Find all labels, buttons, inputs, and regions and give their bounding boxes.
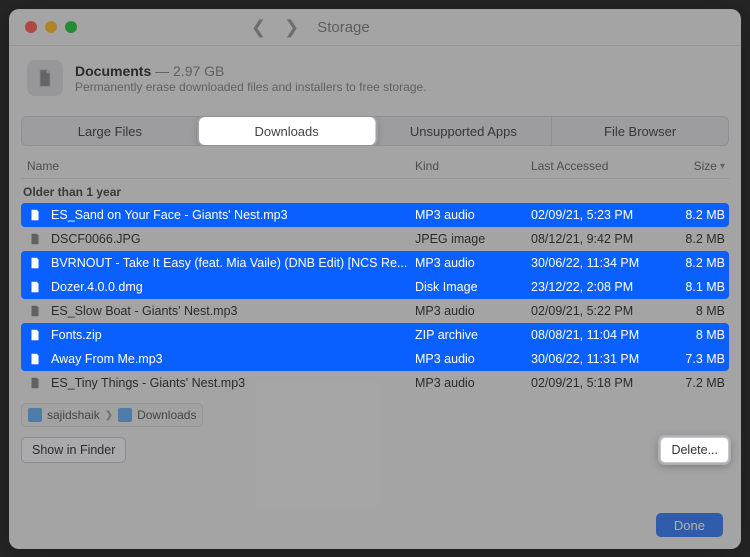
file-list: ES_Sand on Your Face - Giants' Nest.mp3M… bbox=[9, 203, 741, 395]
forward-icon[interactable]: ❯ bbox=[284, 18, 299, 36]
file-last-accessed: 23/12/22, 2:08 PM bbox=[531, 280, 669, 294]
path-root: sajidshaik bbox=[47, 408, 100, 422]
col-kind[interactable]: Kind bbox=[415, 159, 531, 173]
col-size-label: Size bbox=[694, 159, 717, 173]
file-last-accessed: 30/06/22, 11:34 PM bbox=[531, 256, 669, 270]
section-older-than-1-year: Older than 1 year bbox=[9, 179, 741, 203]
file-last-accessed: 02/09/21, 5:23 PM bbox=[531, 208, 669, 222]
close-window-button[interactable] bbox=[25, 21, 37, 33]
file-name: ES_Sand on Your Face - Giants' Nest.mp3 bbox=[51, 208, 415, 222]
category-subtitle: Permanently erase downloaded files and i… bbox=[75, 80, 427, 94]
file-size: 8.2 MB bbox=[669, 256, 725, 270]
category-name: Documents bbox=[75, 63, 151, 79]
file-size: 7.2 MB bbox=[669, 376, 725, 390]
file-name: ES_Slow Boat - Giants' Nest.mp3 bbox=[51, 304, 415, 318]
chevron-right-icon: ❯ bbox=[105, 410, 113, 421]
col-size[interactable]: Size ▾ bbox=[669, 159, 725, 173]
file-last-accessed: 08/12/21, 9:42 PM bbox=[531, 232, 669, 246]
category-title: Documents — 2.97 GB bbox=[75, 63, 427, 79]
file-kind: Disk Image bbox=[415, 280, 531, 294]
file-size: 8.2 MB bbox=[669, 232, 725, 246]
file-name: Fonts.zip bbox=[51, 328, 415, 342]
window-title: Storage bbox=[317, 19, 370, 36]
file-kind: MP3 audio bbox=[415, 376, 531, 390]
tab-large-files[interactable]: Large Files bbox=[22, 117, 199, 145]
chevron-down-icon: ▾ bbox=[720, 161, 725, 172]
delete-button[interactable]: Delete... bbox=[660, 437, 729, 463]
file-kind: ZIP archive bbox=[415, 328, 531, 342]
file-last-accessed: 30/06/22, 11:31 PM bbox=[531, 352, 669, 366]
file-icon bbox=[27, 327, 43, 343]
zoom-window-button[interactable] bbox=[65, 21, 77, 33]
file-kind: MP3 audio bbox=[415, 256, 531, 270]
titlebar: ❮ ❯ Storage bbox=[9, 9, 741, 46]
file-row[interactable]: BVRNOUT - Take It Easy (feat. Mia Vaile)… bbox=[21, 251, 729, 275]
file-row[interactable]: Away From Me.mp3MP3 audio30/06/22, 11:31… bbox=[21, 347, 729, 371]
path-current: Downloads bbox=[137, 408, 196, 422]
nav-buttons: ❮ ❯ bbox=[251, 18, 299, 36]
file-icon bbox=[27, 231, 43, 247]
file-size: 8.2 MB bbox=[669, 208, 725, 222]
file-kind: MP3 audio bbox=[415, 304, 531, 318]
file-row[interactable]: Fonts.zipZIP archive08/08/21, 11:04 PM8 … bbox=[21, 323, 729, 347]
file-size: 8.1 MB bbox=[669, 280, 725, 294]
file-row[interactable]: ES_Sand on Your Face - Giants' Nest.mp3M… bbox=[21, 203, 729, 227]
documents-header: Documents — 2.97 GB Permanently erase do… bbox=[9, 46, 741, 110]
tab-bar: Large FilesDownloadsUnsupported AppsFile… bbox=[21, 116, 729, 146]
file-icon bbox=[27, 279, 43, 295]
folder-icon bbox=[28, 408, 42, 422]
file-kind: JPEG image bbox=[415, 232, 531, 246]
file-row[interactable]: Dozer.4.0.0.dmgDisk Image23/12/22, 2:08 … bbox=[21, 275, 729, 299]
file-size: 8 MB bbox=[669, 328, 725, 342]
tab-downloads[interactable]: Downloads bbox=[199, 117, 376, 145]
file-row[interactable]: ES_Tiny Things - Giants' Nest.mp3MP3 aud… bbox=[21, 371, 729, 395]
storage-window: ❮ ❯ Storage Documents — 2.97 GB Permanen… bbox=[9, 9, 741, 549]
file-icon bbox=[27, 255, 43, 271]
file-row[interactable]: DSCF0066.JPGJPEG image08/12/21, 9:42 PM8… bbox=[21, 227, 729, 251]
file-size: 7.3 MB bbox=[669, 352, 725, 366]
category-size: — 2.97 GB bbox=[155, 63, 224, 79]
file-last-accessed: 02/09/21, 5:18 PM bbox=[531, 376, 669, 390]
back-icon[interactable]: ❮ bbox=[251, 18, 266, 36]
file-kind: MP3 audio bbox=[415, 352, 531, 366]
file-kind: MP3 audio bbox=[415, 208, 531, 222]
minimize-window-button[interactable] bbox=[45, 21, 57, 33]
path-bar[interactable]: sajidshaik ❯ Downloads bbox=[21, 403, 203, 427]
file-icon bbox=[27, 351, 43, 367]
file-name: ES_Tiny Things - Giants' Nest.mp3 bbox=[51, 376, 415, 390]
col-name[interactable]: Name bbox=[25, 159, 415, 173]
show-in-finder-button[interactable]: Show in Finder bbox=[21, 437, 126, 463]
documents-icon bbox=[27, 60, 63, 96]
file-name: DSCF0066.JPG bbox=[51, 232, 415, 246]
file-icon bbox=[27, 303, 43, 319]
file-row[interactable]: ES_Slow Boat - Giants' Nest.mp3MP3 audio… bbox=[21, 299, 729, 323]
footer-bar: Show in Finder Delete... bbox=[21, 437, 729, 463]
window-controls bbox=[25, 21, 77, 33]
file-last-accessed: 02/09/21, 5:22 PM bbox=[531, 304, 669, 318]
file-size: 8 MB bbox=[669, 304, 725, 318]
folder-icon bbox=[118, 408, 132, 422]
tab-unsupported-apps[interactable]: Unsupported Apps bbox=[376, 117, 553, 145]
file-name: BVRNOUT - Take It Easy (feat. Mia Vaile)… bbox=[51, 256, 415, 270]
tab-file-browser[interactable]: File Browser bbox=[552, 117, 728, 145]
done-button[interactable]: Done bbox=[656, 513, 723, 537]
file-name: Away From Me.mp3 bbox=[51, 352, 415, 366]
file-icon bbox=[27, 375, 43, 391]
file-name: Dozer.4.0.0.dmg bbox=[51, 280, 415, 294]
file-last-accessed: 08/08/21, 11:04 PM bbox=[531, 328, 669, 342]
column-headers: Name Kind Last Accessed Size ▾ bbox=[21, 154, 729, 179]
file-icon bbox=[27, 207, 43, 223]
col-last[interactable]: Last Accessed bbox=[531, 159, 669, 173]
